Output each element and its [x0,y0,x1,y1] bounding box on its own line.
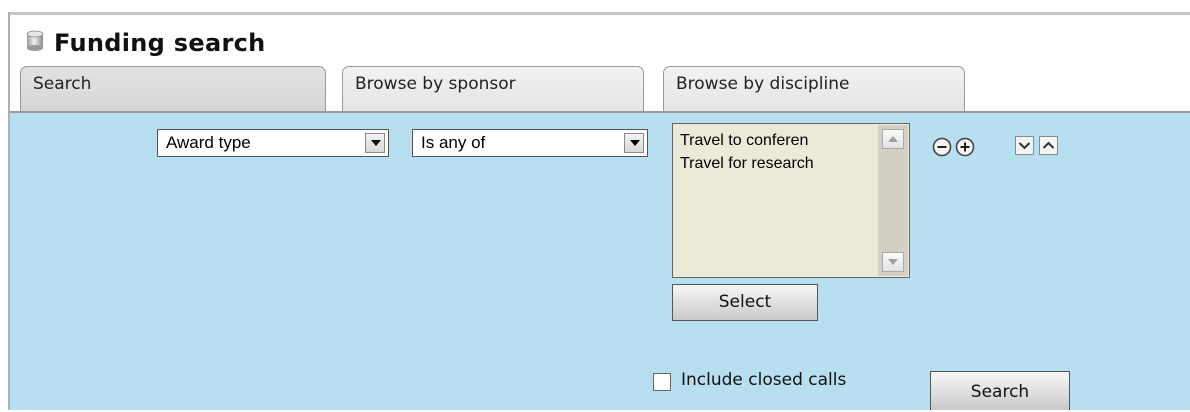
tab-browse-by-discipline[interactable]: Browse by discipline [663,66,965,112]
scroll-down-icon[interactable] [882,252,904,272]
tab-label: Browse by sponsor [355,74,516,94]
page-title: Funding search [54,29,266,57]
include-closed-checkbox[interactable] [653,373,671,391]
values-listbox[interactable]: Travel to conferen Travel for research [672,123,910,278]
field-select[interactable]: Award type [157,129,389,157]
operator-select-value: Is any of [421,133,486,152]
chevron-down-icon[interactable] [624,133,644,153]
database-icon [26,30,44,51]
include-closed-label: Include closed calls [681,370,847,390]
list-item[interactable]: Travel to conferen [680,132,876,150]
move-up-icon[interactable] [1039,136,1058,155]
chevron-down-icon [1018,142,1031,150]
chevron-up-icon [1042,141,1055,149]
field-select-value: Award type [166,133,251,152]
select-button[interactable]: Select [672,284,818,321]
move-down-icon[interactable] [1015,136,1034,155]
chevron-down-icon[interactable] [365,133,385,153]
operator-select[interactable]: Is any of [412,129,648,157]
list-item[interactable]: Travel for research [680,155,876,173]
scroll-up-icon[interactable] [882,129,904,149]
tab-label: Browse by discipline [676,74,850,94]
listbox-scrollbar[interactable] [878,125,908,276]
search-panel [10,113,1190,410]
tab-search[interactable]: Search [20,66,326,112]
remove-circle-icon[interactable] [932,137,952,157]
add-circle-icon[interactable] [955,137,975,157]
page-top-border [8,12,1190,15]
tab-label: Search [33,74,92,94]
tab-browse-by-sponsor[interactable]: Browse by sponsor [342,66,644,112]
search-button[interactable]: Search [930,371,1070,410]
